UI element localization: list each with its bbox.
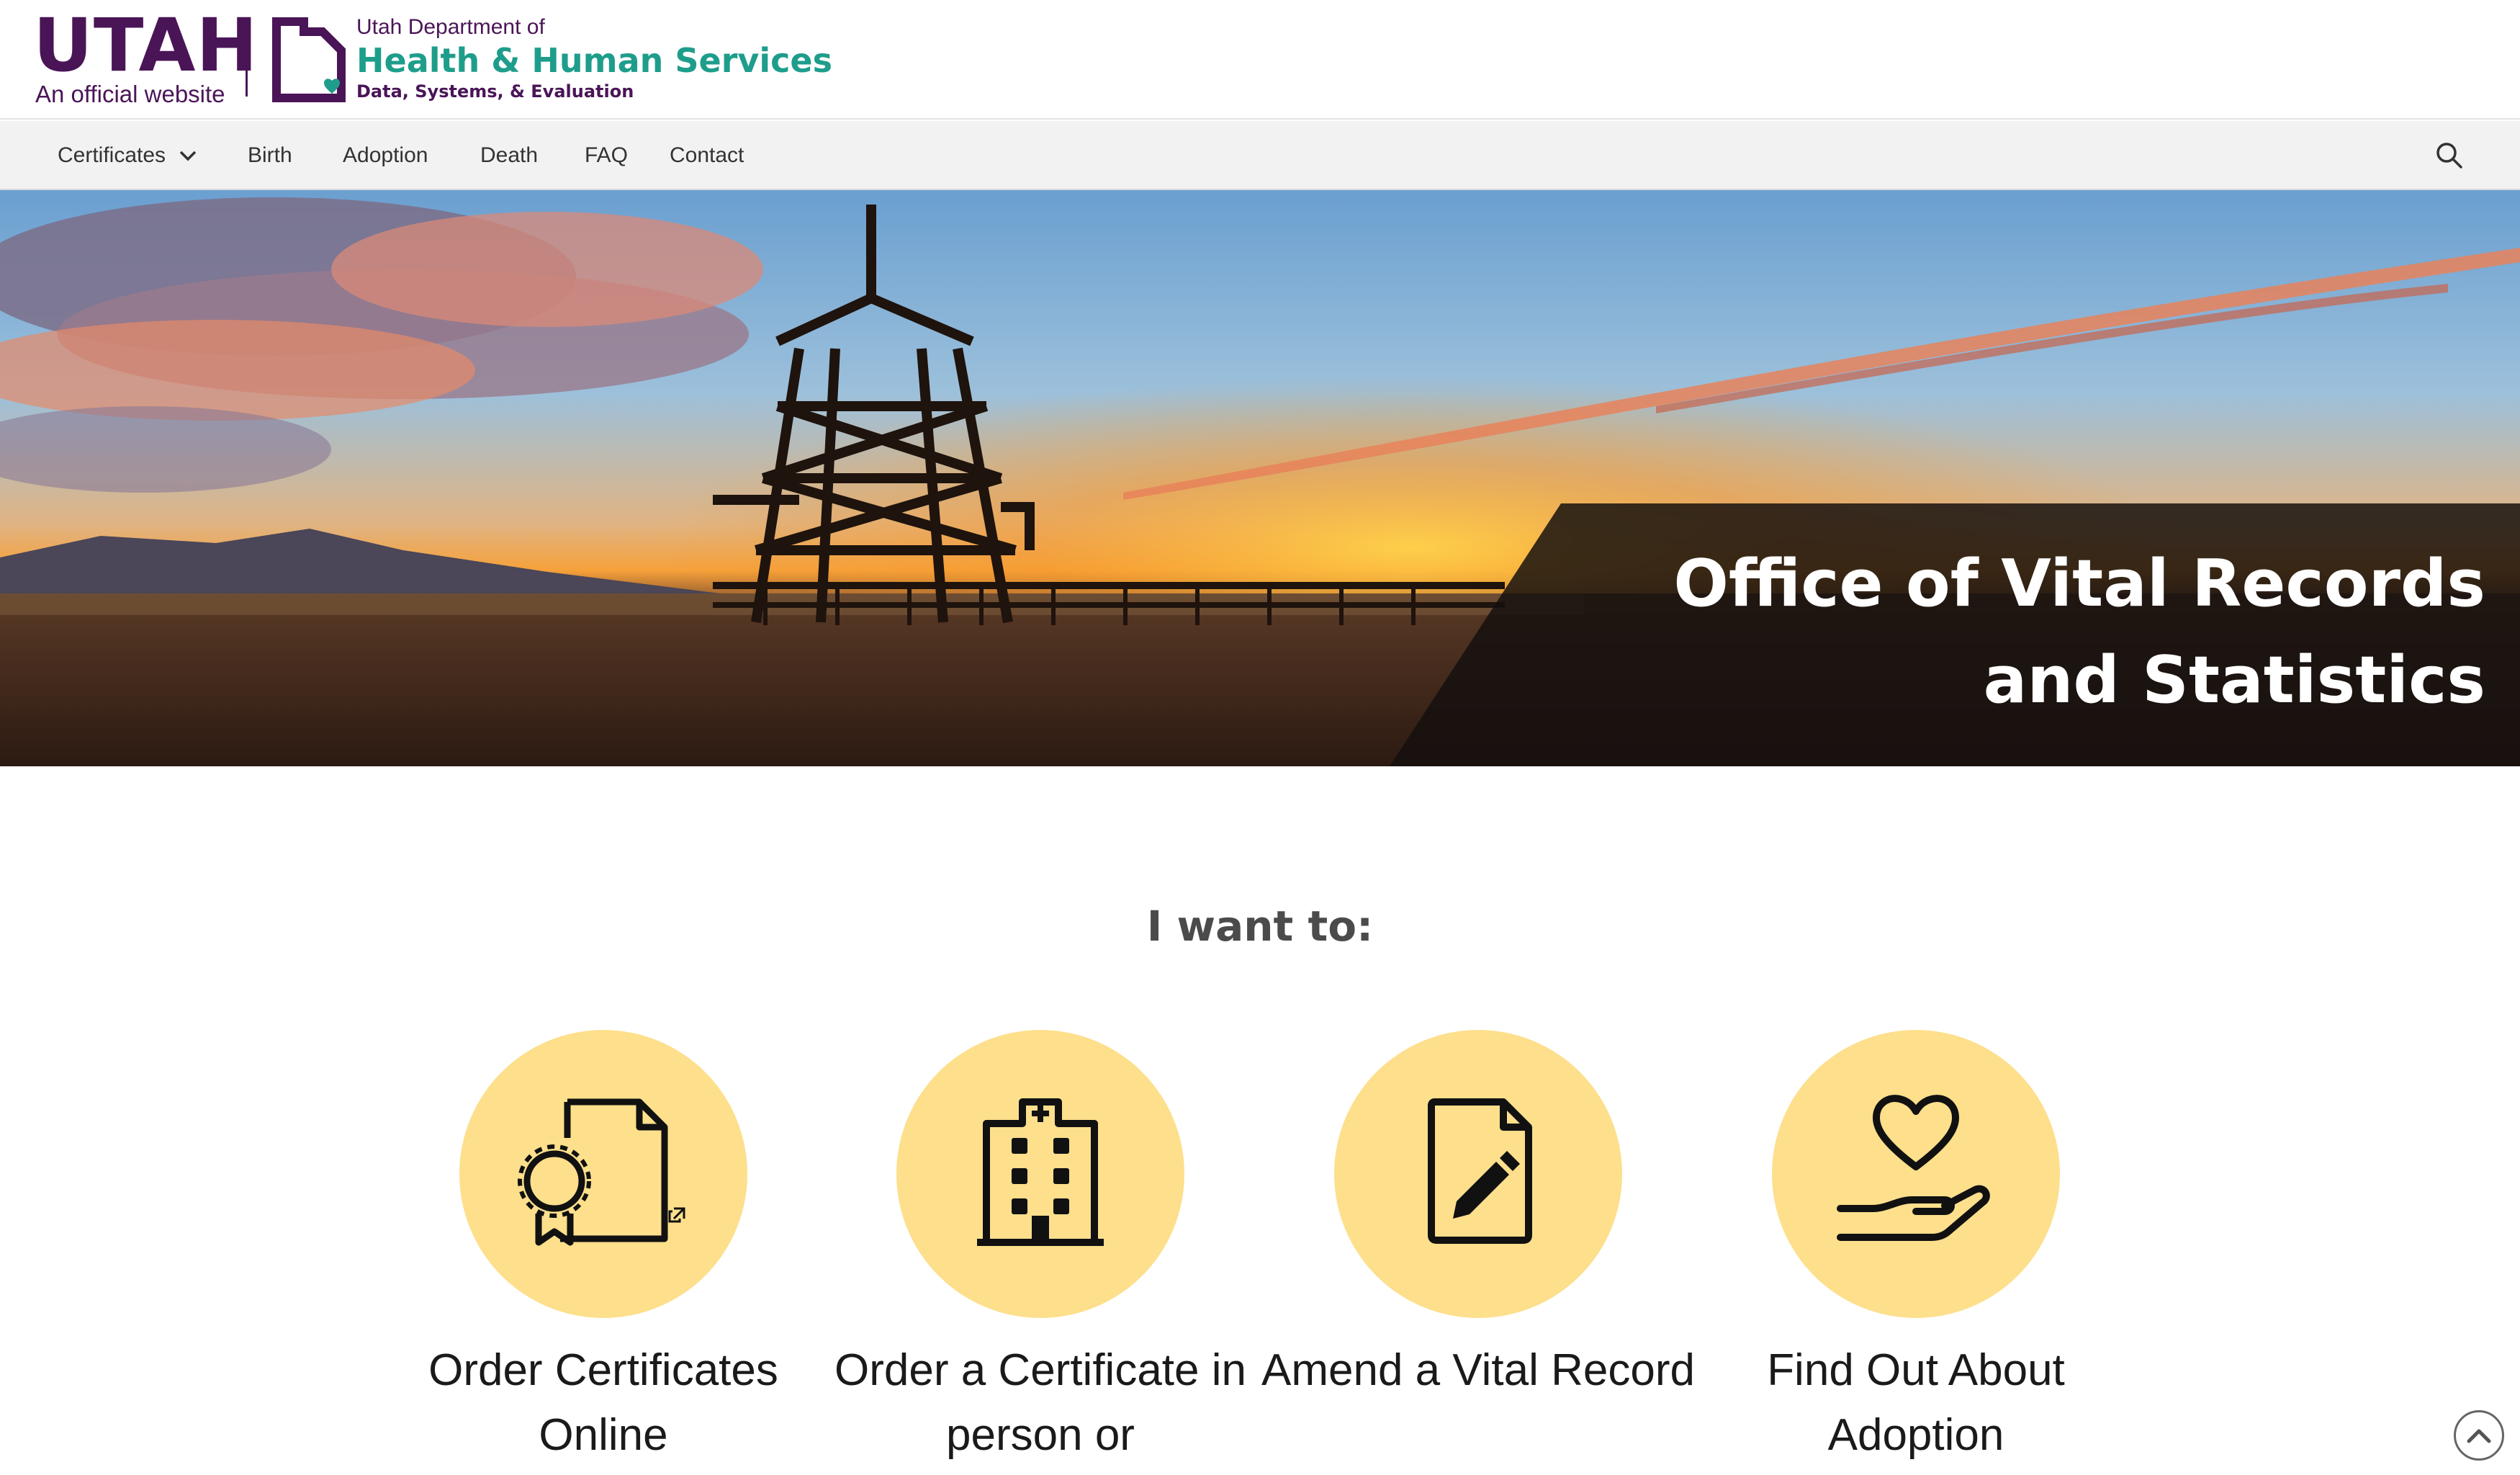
dept-line2: Health & Human Services (356, 41, 832, 80)
hero-banner: Office of Vital Records and Statistics (0, 190, 2520, 766)
chevron-up-icon (2467, 1429, 2491, 1443)
card-order-in-person[interactable]: Order a Certificate in person or (817, 1030, 1264, 1462)
search-icon[interactable] (2432, 138, 2467, 173)
document-edit-icon (1428, 1098, 1532, 1244)
card-adoption[interactable]: Find Out About Adoption (1693, 1030, 2139, 1462)
official-website-label: An official website (35, 81, 225, 107)
hospital-building-icon (977, 1098, 1104, 1246)
nav-item-certificates[interactable]: Certificates (58, 121, 197, 190)
card-label: Amend a Vital Record (1261, 1345, 1695, 1395)
nav-item-birth[interactable]: Birth (248, 121, 292, 190)
nav-item-label: Death (480, 143, 539, 167)
department-name[interactable]: Utah Department of Health & Human Servic… (356, 14, 832, 102)
chevron-down-icon (179, 151, 197, 161)
utah-official-logo[interactable]: UTAH An official website (33, 3, 258, 108)
card-amend-record[interactable]: Amend a Vital Record (1255, 1030, 1701, 1462)
icon-circle (1772, 1030, 2060, 1318)
back-to-top-button[interactable] (2454, 1410, 2504, 1461)
card-label: Order a Certificate in person or (834, 1345, 1246, 1460)
want-heading: I want to: (1146, 902, 1374, 951)
nav-item-label: Contact (670, 143, 744, 167)
nav-item-contact[interactable]: Contact (670, 121, 744, 190)
nav-item-label: Adoption (343, 143, 428, 167)
card-label: Order Certificates Online (428, 1345, 778, 1460)
dept-line3: Data, Systems, & Evaluation (356, 81, 634, 102)
icon-circle (1334, 1030, 1622, 1318)
main-nav: Certificates Birth Adoption Death FAQ Co… (0, 121, 2520, 190)
dept-line1: Utah Department of (356, 15, 545, 39)
hero-title: Office of Vital Records and Statistics (1673, 546, 2485, 718)
nav-item-label: Birth (248, 143, 292, 167)
header-divider (246, 20, 248, 97)
icon-circle (459, 1030, 747, 1318)
nav-item-label: FAQ (585, 143, 629, 167)
card-label: Find Out About Adoption (1767, 1345, 2065, 1460)
dhhs-logo-icon[interactable] (272, 16, 347, 105)
nav-item-adoption[interactable]: Adoption (343, 121, 428, 190)
utah-wordmark: UTAH (33, 3, 258, 89)
site-header: UTAH An official website Utah Department… (0, 0, 2520, 120)
certificate-external-icon (518, 1098, 685, 1246)
card-order-online[interactable]: Order Certificates Online (380, 1030, 827, 1462)
icon-circle (896, 1030, 1184, 1318)
nav-item-label: Certificates (58, 143, 166, 167)
nav-item-death[interactable]: Death (480, 121, 538, 190)
heart-hand-icon (1837, 1095, 1990, 1241)
nav-item-faq[interactable]: FAQ (585, 121, 628, 190)
